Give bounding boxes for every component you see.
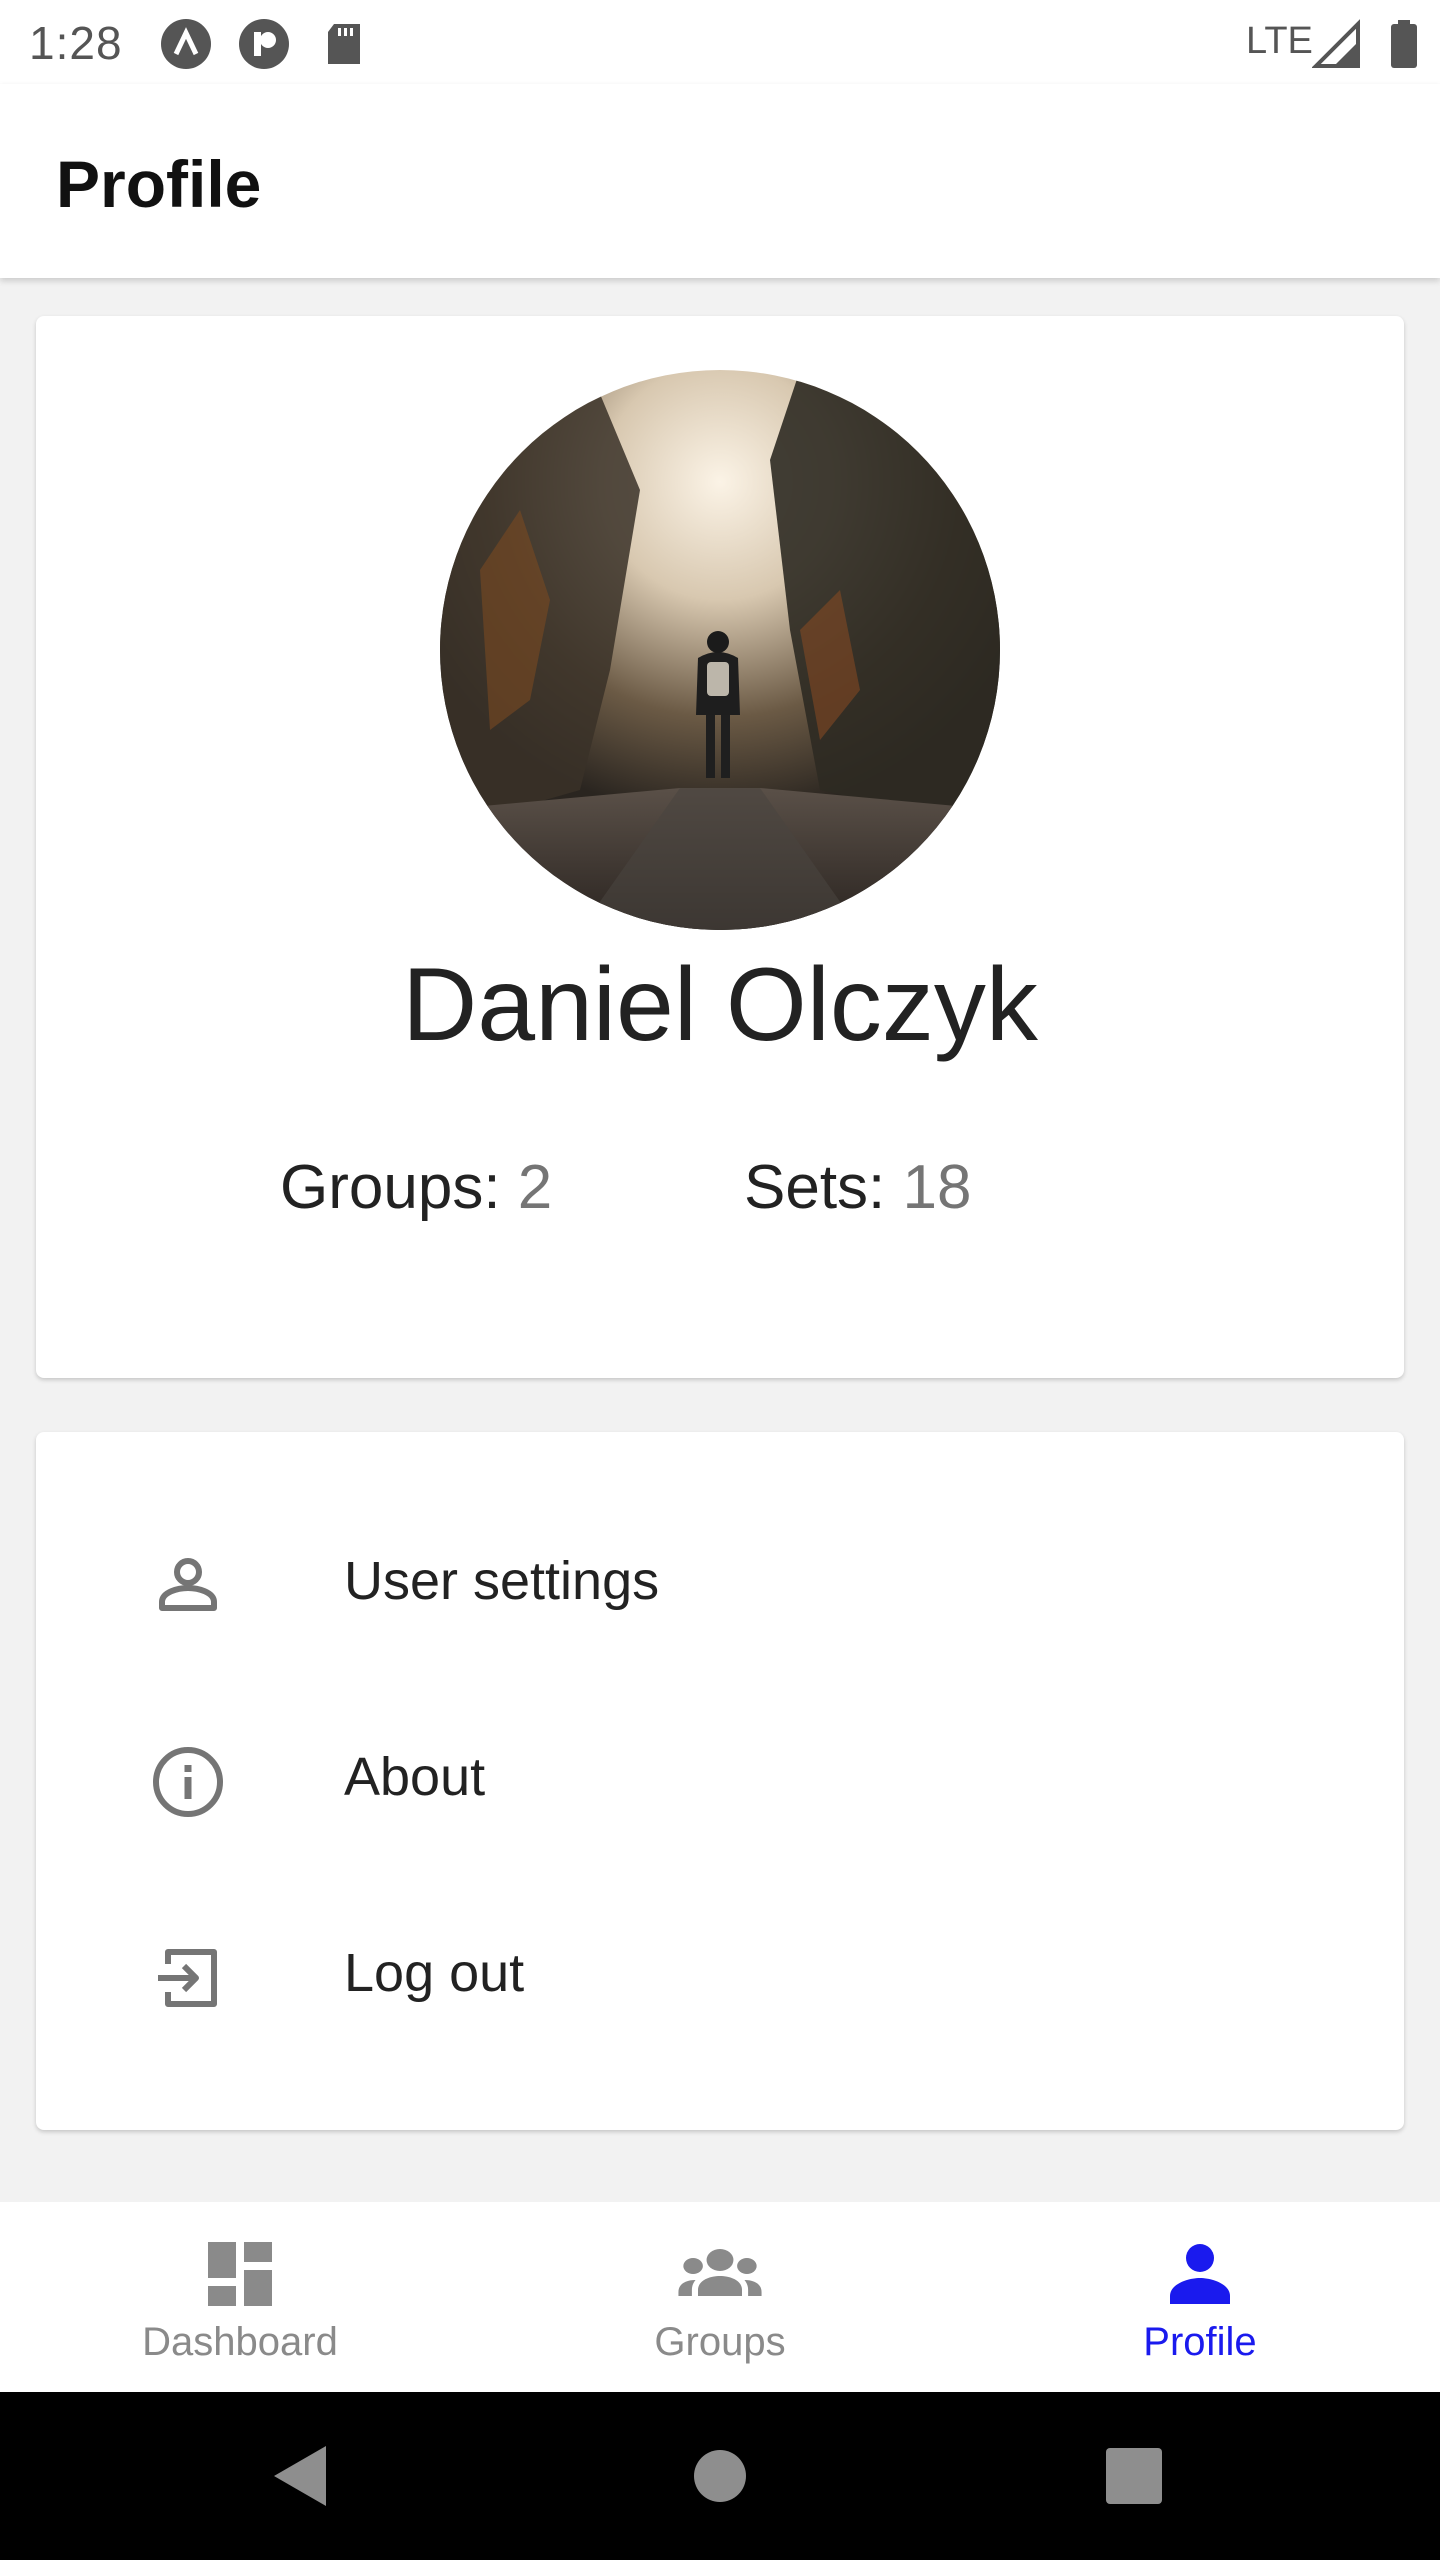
user-name: Daniel Olczyk <box>402 947 1038 1063</box>
system-navigation-bar <box>0 2392 1440 2560</box>
logout-label: Log out <box>344 1943 525 2003</box>
user-settings-item[interactable]: User settings <box>36 1486 1404 1682</box>
profile-menu-card: User settings About Log out <box>36 1432 1404 2130</box>
app-a-icon <box>161 19 211 69</box>
user-settings-label: User settings <box>344 1551 660 1611</box>
sd-card-icon <box>328 24 360 64</box>
app-bar: Profile <box>0 84 1440 278</box>
avatar[interactable] <box>440 370 1000 930</box>
avatar-photo <box>440 370 1000 930</box>
person-icon <box>1170 2244 1230 2304</box>
about-item[interactable]: About <box>36 1682 1404 1878</box>
groups-stat: Groups: 2 <box>280 1152 552 1223</box>
about-label: About <box>344 1747 486 1807</box>
nav-dashboard[interactable]: Dashboard <box>0 2202 480 2392</box>
nav-groups[interactable]: Groups <box>480 2202 960 2392</box>
nav-groups-label: Groups <box>654 2320 786 2364</box>
nav-profile-label: Profile <box>1143 2320 1257 2364</box>
status-bar: 1:28 LTE <box>0 0 1440 84</box>
network-type: LTE <box>1246 20 1313 62</box>
nav-dashboard-label: Dashboard <box>142 2320 338 2364</box>
sets-stat-label: Sets: <box>744 1153 903 1222</box>
status-time: 1:28 <box>29 17 123 69</box>
groups-icon <box>678 2249 762 2296</box>
sets-stat-value: 18 <box>902 1153 972 1222</box>
back-icon[interactable] <box>260 2436 340 2516</box>
groups-stat-value: 2 <box>517 1153 553 1222</box>
sets-stat: Sets: 18 <box>744 1152 971 1223</box>
person-outline-icon <box>159 1558 217 1611</box>
bottom-navigation: Dashboard Groups Profile <box>0 2202 1440 2392</box>
home-icon[interactable] <box>680 2436 760 2516</box>
app-p-icon <box>239 19 289 69</box>
page-title: Profile <box>56 147 262 221</box>
signal-icon <box>1312 19 1360 68</box>
profile-card: Daniel Olczyk Groups: 2 Sets: 18 <box>36 316 1404 1378</box>
info-outline-icon <box>153 1747 223 1817</box>
dashboard-icon <box>208 2242 272 2306</box>
logout-item[interactable]: Log out <box>36 1878 1404 2074</box>
groups-stat-label: Groups: <box>280 1153 518 1222</box>
recents-icon[interactable] <box>1094 2436 1174 2516</box>
logout-icon <box>158 1949 217 2007</box>
nav-profile[interactable]: Profile <box>960 2202 1440 2392</box>
battery-icon <box>1391 20 1417 68</box>
